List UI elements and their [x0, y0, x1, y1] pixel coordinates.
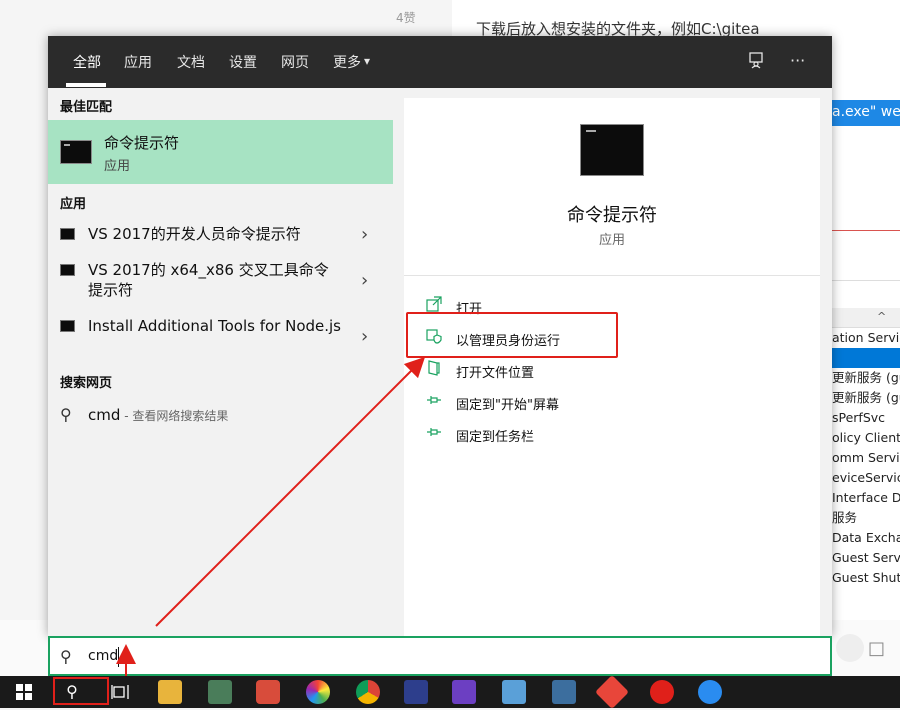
- detail-title: 命令提示符: [567, 205, 657, 226]
- service-row[interactable]: Data Excha: [829, 528, 900, 548]
- likes-count: 4赞: [396, 11, 416, 25]
- action-pin-to-taskbar[interactable]: 固定到任务栏: [426, 424, 806, 448]
- web-search-label: cmd - 查看网络搜索结果: [88, 406, 228, 424]
- visual-studio-icon[interactable]: [452, 680, 476, 704]
- tab-more[interactable]: 更多: [333, 52, 361, 72]
- command-prompt-icon: [60, 140, 92, 164]
- results-list: 最佳匹配 命令提示符 应用 应用 VS 2017的开发人员命令提示符 › VS …: [48, 88, 393, 636]
- command-prompt-icon: [60, 264, 75, 276]
- search-input[interactable]: cmd: [88, 648, 118, 664]
- best-match-item[interactable]: 命令提示符 应用: [48, 120, 393, 184]
- file-explorer-icon[interactable]: [158, 680, 182, 704]
- feedback-icon[interactable]: [748, 51, 766, 73]
- netease-music-icon[interactable]: [650, 680, 674, 704]
- tab-settings[interactable]: 设置: [229, 52, 257, 72]
- highlight-run-as-admin: [406, 312, 618, 358]
- section-web-search: 搜索网页: [60, 376, 113, 391]
- command-prompt-icon: [580, 124, 644, 176]
- chevron-right-icon[interactable]: ›: [361, 270, 368, 291]
- action-label: 固定到任务栏: [456, 430, 535, 445]
- best-match-type: 应用: [104, 159, 131, 174]
- tab-web[interactable]: 网页: [281, 52, 309, 72]
- service-row[interactable]: 更新服务 (gu: [829, 388, 900, 408]
- web-search-hint: - 查看网络搜索结果: [120, 409, 229, 423]
- command-prompt-icon: [60, 228, 75, 240]
- service-row[interactable]: 服务: [829, 508, 900, 528]
- search-filter-bar: 全部 应用 文档 设置 网页 更多 ▾ ···: [48, 36, 832, 88]
- detail-pane: 命令提示符 应用 打开 以管理员身份运行 打开文件位置 固定到"开始"屏幕 固定…: [404, 98, 820, 636]
- service-row[interactable]: Guest Serv: [829, 548, 900, 568]
- highlight-taskbar-search: [53, 677, 109, 705]
- detail-subtitle: 应用: [598, 233, 625, 248]
- pin-icon: [426, 392, 446, 412]
- taskbar: ⚲: [0, 675, 900, 709]
- app-icon[interactable]: [208, 680, 232, 704]
- tab-apps[interactable]: 应用: [124, 52, 152, 72]
- chevron-down-icon[interactable]: ▾: [364, 54, 370, 68]
- app-icon[interactable]: [256, 680, 280, 704]
- app-icon[interactable]: [502, 680, 526, 704]
- search-icon: ⚲: [60, 647, 72, 666]
- active-tab-indicator: [66, 83, 106, 87]
- service-row[interactable]: olicy Client: [829, 428, 900, 448]
- comment-button[interactable]: [836, 634, 864, 662]
- text-cursor: [118, 647, 119, 667]
- action-open-file-location[interactable]: 打开文件位置: [426, 360, 806, 384]
- webstorm-icon[interactable]: [404, 680, 428, 704]
- chevron-right-icon[interactable]: ›: [361, 224, 368, 245]
- app-icon[interactable]: [698, 680, 722, 704]
- service-row[interactable]: Guest Shut: [829, 568, 900, 588]
- windows-start-icon[interactable]: [12, 680, 36, 704]
- git-icon[interactable]: [595, 675, 629, 709]
- section-apps: 应用: [60, 197, 87, 212]
- service-row[interactable]: 更新服务 (gu: [829, 368, 900, 388]
- app-result-item[interactable]: VS 2017的开发人员命令提示符 ›: [48, 218, 393, 252]
- action-label: 打开文件位置: [456, 366, 535, 381]
- app-result-label: VS 2017的开发人员命令提示符: [88, 225, 301, 243]
- service-row[interactable]: omm Servic: [829, 448, 900, 468]
- tab-documents[interactable]: 文档: [177, 52, 205, 72]
- divider-line: [832, 280, 900, 281]
- search-icon: ⚲: [60, 405, 72, 424]
- app-result-label: Install Additional Tools for Node.js: [88, 317, 342, 335]
- more-options-icon[interactable]: ···: [790, 51, 805, 70]
- app-result-item[interactable]: VS 2017的 x64_x86 交叉工具命令提示符 ›: [48, 254, 393, 308]
- app-result-item[interactable]: Install Additional Tools for Node.js ›: [48, 310, 393, 364]
- best-match-name: 命令提示符: [104, 134, 180, 152]
- service-row[interactable]: ation Service: [829, 328, 900, 348]
- app-icon[interactable]: [306, 680, 330, 704]
- chevron-right-icon[interactable]: ›: [361, 326, 368, 347]
- chat-icon[interactable]: □: [868, 638, 885, 659]
- web-search-item[interactable]: ⚲ cmd - 查看网络搜索结果: [48, 400, 393, 432]
- divider-line: [832, 230, 900, 231]
- folder-icon: [426, 360, 446, 380]
- service-row[interactable]: Interface De: [829, 488, 900, 508]
- action-label: 固定到"开始"屏幕: [456, 398, 559, 413]
- service-row-selected[interactable]: [829, 348, 900, 368]
- command-prompt-icon: [60, 320, 75, 332]
- section-best-match: 最佳匹配: [60, 100, 113, 115]
- chrome-icon[interactable]: [356, 680, 380, 704]
- app-result-label: VS 2017的 x64_x86 交叉工具命令提示符: [88, 261, 329, 299]
- tab-all[interactable]: 全部: [73, 52, 101, 72]
- services-window: ^ ation Service 更新服务 (gu 更新服务 (gu sPerfS…: [828, 308, 900, 620]
- search-box[interactable]: ⚲ cmd: [48, 636, 832, 676]
- action-pin-to-start[interactable]: 固定到"开始"屏幕: [426, 392, 806, 416]
- service-row[interactable]: sPerfSvc: [829, 408, 900, 428]
- services-header: ^: [829, 308, 900, 328]
- app-icon[interactable]: [552, 680, 576, 704]
- task-view-icon[interactable]: [108, 680, 132, 704]
- detail-divider: [404, 275, 820, 276]
- service-row[interactable]: eviceServic: [829, 468, 900, 488]
- web-query-text: cmd: [88, 406, 121, 424]
- selected-code-snippet: a.exe" we: [828, 100, 900, 126]
- pin-icon: [426, 424, 446, 444]
- sort-caret-icon: ^: [877, 310, 887, 323]
